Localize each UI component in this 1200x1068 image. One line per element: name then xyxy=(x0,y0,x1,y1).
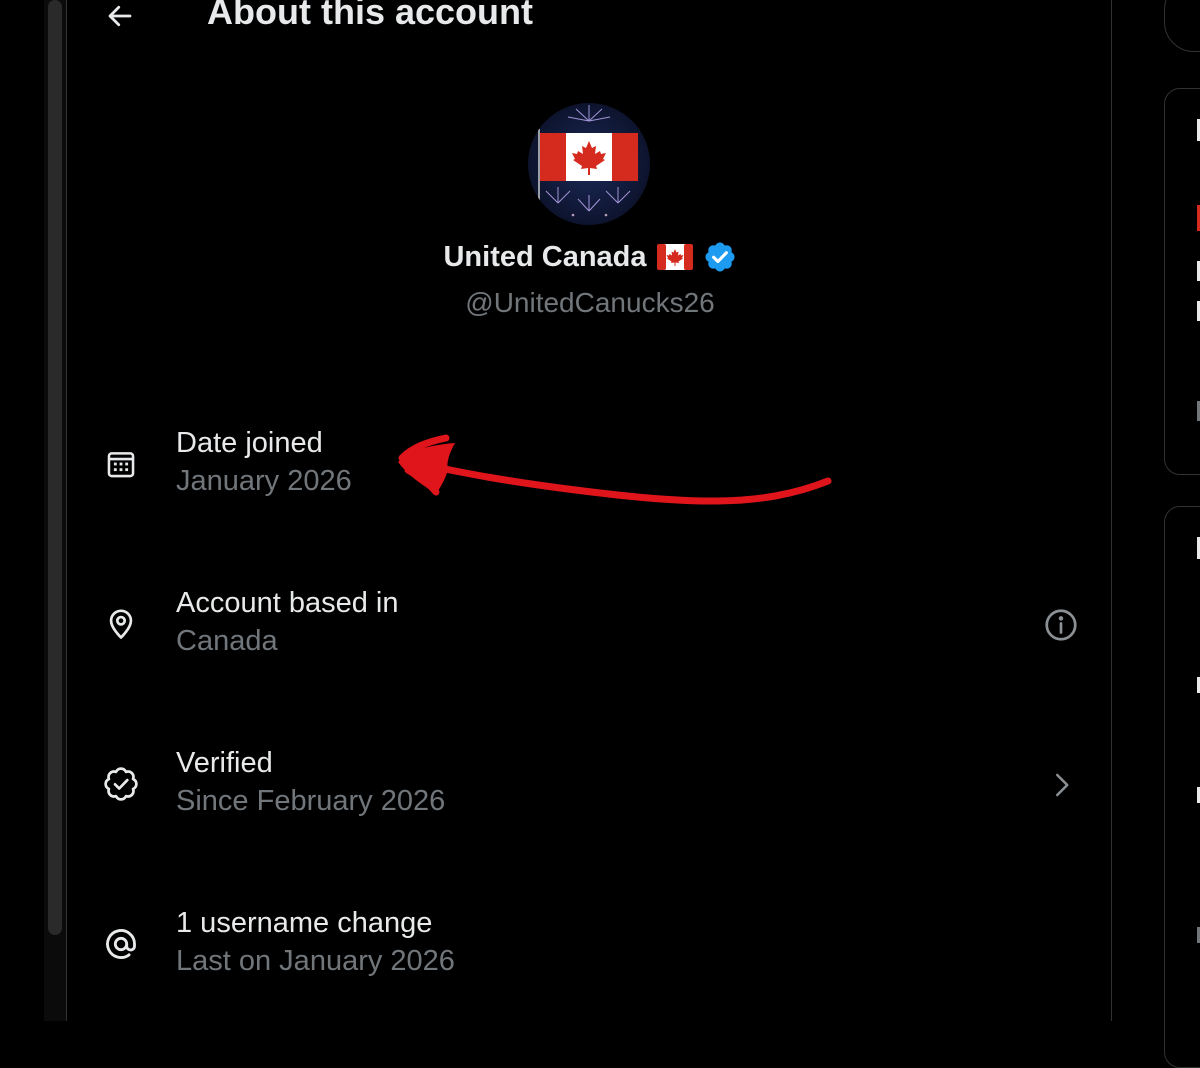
detail-row-verified[interactable]: Verified Since February 2026 xyxy=(67,747,1111,860)
detail-label: Date joined xyxy=(176,427,323,459)
arrow-left-icon xyxy=(108,5,132,27)
detail-value: January 2026 xyxy=(176,465,352,497)
detail-row-username-change: 1 username change Last on January 2026 xyxy=(67,907,1111,1020)
page-title: About this account xyxy=(207,0,533,32)
detail-row-account-based-in: Account based in Canada xyxy=(67,587,1111,700)
user-handle: @UnitedCanucks26 xyxy=(465,287,715,318)
verified-badge-icon[interactable] xyxy=(703,240,737,274)
avatar[interactable] xyxy=(528,103,650,225)
scrollbar-thumb[interactable] xyxy=(48,0,62,935)
detail-label: Account based in xyxy=(176,587,399,619)
detail-row-date-joined: Date joined January 2026 xyxy=(67,427,1111,540)
display-name: United Canada xyxy=(443,240,647,273)
display-name-row: United Canada xyxy=(0,240,1180,274)
sidebar-card xyxy=(1164,88,1200,475)
chevron-right-icon[interactable] xyxy=(1041,765,1081,805)
canada-flag-emoji-icon xyxy=(656,244,693,270)
back-button[interactable] xyxy=(98,0,142,38)
info-icon[interactable] xyxy=(1041,605,1081,645)
at-sign-icon xyxy=(102,925,140,963)
search-box[interactable] xyxy=(1164,0,1200,52)
detail-value: Last on January 2026 xyxy=(176,945,455,977)
verified-check-icon xyxy=(102,765,140,803)
detail-value: Since February 2026 xyxy=(176,785,446,817)
panel-divider-right xyxy=(1111,0,1112,1021)
detail-value: Canada xyxy=(176,625,278,657)
detail-label: Verified xyxy=(176,747,273,779)
canada-flag-fireworks-avatar xyxy=(528,103,650,225)
detail-label: 1 username change xyxy=(176,907,433,939)
calendar-icon xyxy=(102,445,140,483)
sidebar-card xyxy=(1164,506,1200,1068)
location-pin-icon xyxy=(102,605,140,643)
